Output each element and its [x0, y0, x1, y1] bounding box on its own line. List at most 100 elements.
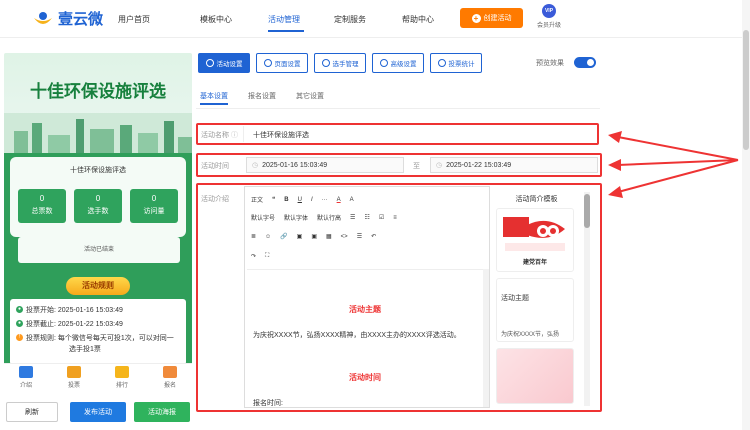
publish-button[interactable]: 发布活动	[70, 402, 126, 422]
underline-icon[interactable]: U	[298, 197, 302, 203]
poster-button[interactable]: 活动海报	[134, 402, 190, 422]
bullet-list-icon[interactable]: ☰	[350, 214, 355, 221]
tab-other-settings[interactable]: 其它设置	[296, 91, 324, 101]
numbered-list-icon[interactable]: ☷	[364, 214, 369, 221]
contestant-management-button[interactable]: 选手管理	[314, 53, 366, 73]
brand-logo[interactable]: 壹云微	[32, 8, 103, 29]
clock-icon: ◷	[436, 162, 443, 169]
end-time-input[interactable]: ◷ 2025-01-22 15:03:49	[430, 157, 598, 173]
preview-tab-vote[interactable]: 投票	[56, 366, 92, 389]
gear-icon	[263, 59, 272, 67]
template-card-sub: 为庆祝XXXX节，弘扬	[501, 332, 560, 338]
template-card[interactable]: 建党百年	[496, 208, 574, 272]
start-time-input[interactable]: ◷ 2025-01-16 15:03:49	[246, 157, 404, 173]
fullscreen-icon[interactable]: ⛶	[265, 253, 269, 260]
button-label: 活动设置	[216, 61, 243, 68]
chart-icon	[437, 59, 446, 67]
tab-label: 投票	[67, 383, 80, 389]
paragraph-format-select[interactable]: 正文	[251, 195, 263, 204]
button-label: 选手管理	[332, 61, 359, 68]
end-time-value: 2025-01-22 15:03:49	[446, 161, 512, 169]
nav-active-indicator	[268, 30, 304, 32]
italic-icon[interactable]: I	[311, 197, 313, 203]
table-icon[interactable]: ▦	[326, 233, 332, 240]
rule-item-continued: 选手投1票	[69, 344, 101, 354]
stat-value: 0	[95, 194, 101, 203]
video-icon[interactable]: ▣	[311, 233, 317, 240]
indent-icon[interactable]: ≣	[251, 233, 256, 240]
line-height-select[interactable]: 默认行高	[317, 213, 341, 222]
button-label: 页面设置	[274, 61, 301, 68]
template-card[interactable]	[496, 348, 574, 404]
rich-text-editor[interactable]: 正文 ❝ B U I ··· A A 默认字号 默认字体 默认行高 ☰ ☷ ☑ …	[244, 186, 490, 408]
emoji-icon[interactable]: ☺	[265, 234, 271, 240]
content-paragraph: 为庆祝XXXX节，弘扬XXXX精神，由XXXX主办的XXXX评选活动。	[253, 332, 461, 339]
tab-signup-settings[interactable]: 报名设置	[248, 91, 276, 101]
city-illustration	[4, 113, 192, 153]
users-icon	[321, 59, 330, 67]
preview-tab-rank[interactable]: 排行	[104, 366, 140, 389]
create-activity-button[interactable]: + 创建活动	[460, 8, 523, 28]
help-icon: ⓘ	[231, 132, 238, 139]
page-scroll-thumb[interactable]	[743, 30, 749, 150]
vip-upgrade[interactable]: VIP 会员升级	[535, 4, 563, 29]
rules-list: ● 投票开始: 2025-01-16 15:03:49 ● 投票截止: 2025-0…	[10, 299, 186, 365]
content-paragraph: 报名时间:	[253, 400, 283, 407]
align-icon[interactable]: ≡	[393, 215, 397, 221]
party-template-thumbnail	[503, 217, 565, 251]
clock-icon: ●	[16, 320, 23, 327]
editor-content[interactable]: 活动主题 为庆祝XXXX节，弘扬XXXX精神，由XXXX主办的XXXX评选活动。…	[247, 269, 483, 409]
rule-text: 投票规则: 每个微信号每天可投1次，可以对同一	[26, 335, 174, 342]
nav-help[interactable]: 帮助中心	[402, 14, 434, 25]
advanced-settings-button[interactable]: 高级设置	[372, 53, 424, 73]
nav-custom-service[interactable]: 定制服务	[334, 14, 366, 25]
divider-icon[interactable]: ☰	[357, 233, 362, 240]
editor-toolbar-row-3: ≣ ☺ 🔗 ▣ ▣ ▦ <> ☰ ↶	[251, 233, 385, 241]
background-color-icon[interactable]: A	[350, 197, 354, 203]
vip-label: 会员升级	[536, 23, 561, 29]
code-icon[interactable]: <>	[341, 234, 348, 240]
todo-icon[interactable]: ☑	[379, 214, 384, 221]
rule-text: 选手投1票	[69, 346, 101, 353]
preview-effect-toggle[interactable]	[574, 57, 596, 68]
nav-activity-management[interactable]: 活动管理	[268, 14, 300, 25]
button-label: 高级设置	[390, 61, 417, 68]
content-heading: 活动主题	[349, 305, 381, 314]
stat-label: 选手数	[87, 208, 109, 215]
link-icon[interactable]: 🔗	[280, 233, 287, 240]
quote-icon[interactable]: ❝	[272, 196, 275, 203]
vote-icon	[67, 366, 81, 378]
vote-stats-button[interactable]: 投票统计	[430, 53, 482, 73]
preview-tab-intro[interactable]: 介绍	[8, 366, 44, 389]
page-settings-button[interactable]: 页面设置	[256, 53, 308, 73]
font-family-select[interactable]: 默认字体	[284, 213, 308, 222]
activity-name-value: 十佳环保设施评选	[253, 132, 309, 139]
preview-tab-signup[interactable]: 报名	[152, 366, 188, 389]
top-nav	[0, 0, 750, 38]
more-icon[interactable]: ···	[322, 197, 328, 203]
redo-icon[interactable]: ↷	[251, 253, 256, 260]
editor-scrollbar[interactable]	[483, 269, 489, 407]
font-color-icon[interactable]: A	[337, 197, 341, 203]
bold-icon[interactable]: B	[284, 197, 288, 203]
template-scroll-thumb[interactable]	[584, 194, 590, 228]
undo-icon[interactable]: ↶	[371, 233, 376, 240]
template-card[interactable]: 活动主题 为庆祝XXXX节，弘扬	[496, 278, 574, 342]
tab-basic-settings[interactable]: 基本设置	[200, 91, 228, 101]
intro-icon	[19, 366, 33, 378]
activity-settings-button[interactable]: 活动设置	[198, 53, 250, 73]
brand-name: 壹云微	[58, 11, 104, 28]
stats-card-title: 十佳环保设施评选	[70, 167, 126, 174]
signup-icon	[163, 366, 177, 378]
nav-templates[interactable]: 模板中心	[200, 14, 232, 25]
rule-item: ● 投票截止: 2025-01-22 15:03:49	[16, 319, 123, 329]
stat-value: 0	[39, 194, 45, 203]
button-label: 投票统计	[448, 61, 475, 68]
refresh-button[interactable]: 刷新	[6, 402, 58, 422]
stat-label: 总票数	[31, 208, 53, 215]
font-size-select[interactable]: 默认字号	[251, 213, 275, 222]
time-range-separator: 至	[413, 163, 420, 170]
image-icon[interactable]: ▣	[297, 233, 303, 240]
nav-home[interactable]: 用户首页	[118, 14, 150, 25]
preview-title: 十佳环保设施评选	[30, 82, 166, 101]
